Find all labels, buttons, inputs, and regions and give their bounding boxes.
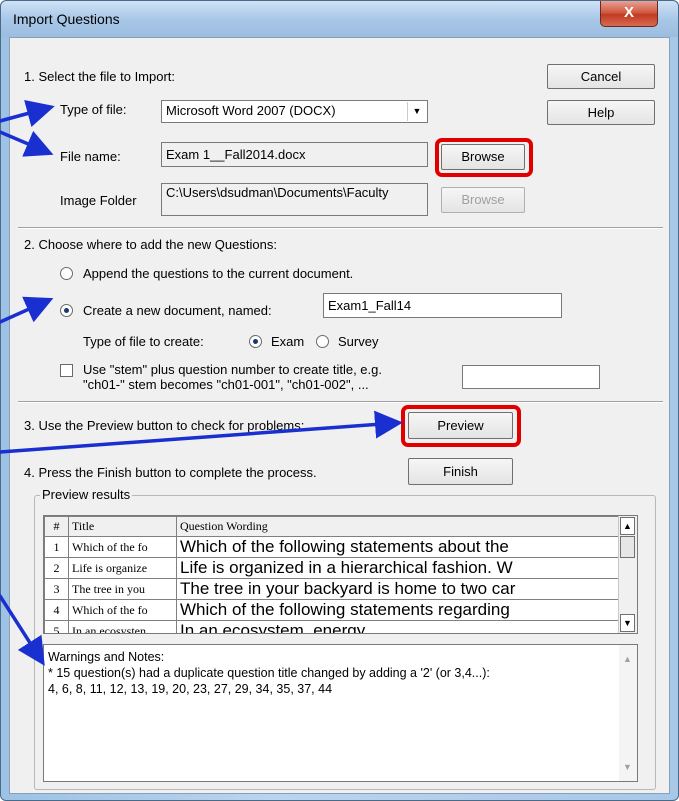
row-wording: Which of the following statements about … xyxy=(176,536,622,558)
warnings-heading: Warnings and Notes: xyxy=(48,650,165,664)
row-number: 1 xyxy=(44,536,69,558)
row-wording: Which of the following statements regard… xyxy=(176,599,622,621)
preview-results-label: Preview results xyxy=(40,487,133,502)
scroll-down-icon[interactable]: ▼ xyxy=(620,614,635,632)
row-title: Life is organize xyxy=(68,557,177,579)
append-radio[interactable] xyxy=(60,267,73,280)
scroll-thumb[interactable] xyxy=(620,536,635,558)
close-icon: X xyxy=(623,4,634,21)
warnings-line-2: 4, 6, 8, 11, 12, 13, 19, 20, 23, 27, 29,… xyxy=(48,682,333,696)
notes-scrollbar[interactable]: ▲ ▼ xyxy=(619,645,637,781)
step4-heading: 4. Press the Finish button to complete t… xyxy=(24,465,317,480)
table-scrollbar[interactable]: ▲ ▼ xyxy=(618,516,637,633)
cancel-button[interactable]: Cancel xyxy=(547,64,655,89)
close-button[interactable]: X xyxy=(600,1,658,27)
warnings-line-1: * 15 question(s) had a duplicate questio… xyxy=(48,666,490,680)
file-type-select[interactable]: Microsoft Word 2007 (DOCX) ▼ xyxy=(161,100,428,123)
exam-radio[interactable] xyxy=(249,335,262,348)
table-row[interactable]: 4 Which of the fo Which of the following… xyxy=(44,599,622,621)
append-label: Append the questions to the current docu… xyxy=(83,266,354,281)
survey-label: Survey xyxy=(338,334,379,349)
file-name-label: File name: xyxy=(60,149,121,164)
image-folder-label: Image Folder xyxy=(60,193,137,208)
row-number: 4 xyxy=(44,599,69,621)
file-type-value: Microsoft Word 2007 (DOCX) xyxy=(166,103,336,118)
separator xyxy=(18,227,663,229)
finish-button[interactable]: Finish xyxy=(408,458,513,485)
scroll-down-icon[interactable]: ▼ xyxy=(623,759,632,775)
window-title: Import Questions xyxy=(13,11,120,27)
row-number: 3 xyxy=(44,578,69,600)
column-header-number[interactable]: # xyxy=(44,516,69,537)
file-type-label: Type of file: xyxy=(60,102,127,117)
row-title: In an ecosysten xyxy=(68,620,177,633)
separator xyxy=(18,401,663,403)
step1-heading: 1. Select the file to Import: xyxy=(24,69,176,84)
warnings-notes-box[interactable]: Warnings and Notes: * 15 question(s) had… xyxy=(43,644,638,782)
row-title: The tree in you xyxy=(68,578,177,600)
browse-image-folder-button[interactable]: Browse xyxy=(441,187,525,213)
preview-table[interactable]: # Title Question Wording 1 Which of the … xyxy=(43,515,638,634)
stem-description: Use "stem" plus question number to creat… xyxy=(83,362,382,392)
help-button[interactable]: Help xyxy=(547,100,655,125)
create-new-label: Create a new document, named: xyxy=(83,303,272,318)
survey-radio[interactable] xyxy=(316,335,329,348)
scroll-up-icon[interactable]: ▲ xyxy=(620,517,635,535)
column-header-wording[interactable]: Question Wording xyxy=(176,516,622,537)
stem-input[interactable] xyxy=(462,365,600,389)
file-name-field[interactable]: Exam 1__Fall2014.docx xyxy=(161,142,428,167)
type-to-create-label: Type of file to create: xyxy=(83,334,204,349)
column-header-title[interactable]: Title xyxy=(68,516,177,537)
table-row[interactable]: 3 The tree in you The tree in your backy… xyxy=(44,578,622,600)
row-title: Which of the fo xyxy=(68,599,177,621)
row-title: Which of the fo xyxy=(68,536,177,558)
title-bar[interactable]: Import Questions X xyxy=(1,1,678,37)
row-wording: Life is organized in a hierarchical fash… xyxy=(176,557,622,579)
step2-heading: 2. Choose where to add the new Questions… xyxy=(24,237,277,252)
step3-heading: 3. Use the Preview button to check for p… xyxy=(24,418,305,433)
stem-line-2: "ch01-" stem becomes "ch01-001", "ch01-0… xyxy=(83,377,369,392)
row-wording: In an ecosystem, energy xyxy=(176,620,622,633)
scroll-up-icon[interactable]: ▲ xyxy=(623,651,632,667)
image-folder-field[interactable]: C:\Users\dsudman\Documents\Faculty xyxy=(161,183,428,216)
import-questions-window: Import Questions X 1. Select the file to… xyxy=(0,0,679,801)
new-document-name-input[interactable]: Exam1_Fall14 xyxy=(323,293,562,318)
table-row[interactable]: 1 Which of the fo Which of the following… xyxy=(44,536,622,558)
row-number: 5 xyxy=(44,620,69,633)
stem-checkbox[interactable] xyxy=(60,364,73,377)
table-header-row: # Title Question Wording xyxy=(44,516,622,537)
table-row[interactable]: 5 In an ecosysten In an ecosystem, energ… xyxy=(44,620,622,633)
browse-highlight xyxy=(435,138,533,177)
row-number: 2 xyxy=(44,557,69,579)
create-new-radio[interactable] xyxy=(60,304,73,317)
preview-highlight xyxy=(401,405,521,447)
stem-line-1: Use "stem" plus question number to creat… xyxy=(83,362,382,377)
chevron-down-icon[interactable]: ▼ xyxy=(407,102,426,121)
table-row[interactable]: 2 Life is organize Life is organized in … xyxy=(44,557,622,579)
row-wording: The tree in your backyard is home to two… xyxy=(176,578,622,600)
exam-label: Exam xyxy=(271,334,305,349)
dialog-client-area: 1. Select the file to Import: Cancel Hel… xyxy=(9,37,670,794)
